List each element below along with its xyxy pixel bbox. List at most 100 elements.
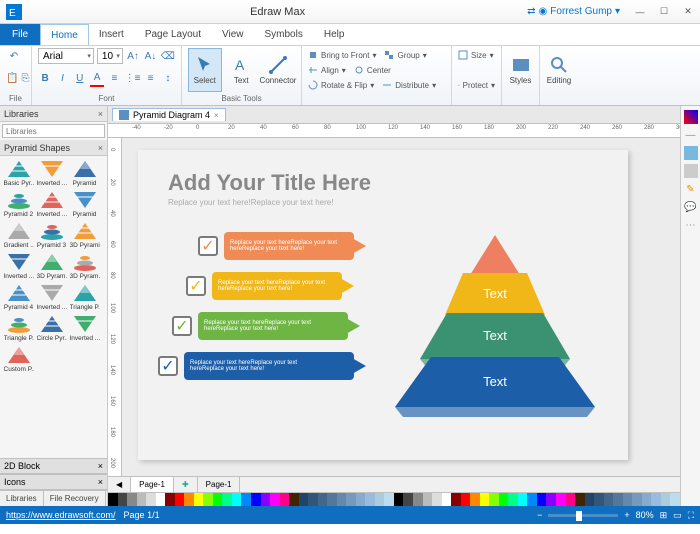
text-tool-icon[interactable]: ✎ [684, 182, 698, 196]
swatch[interactable] [384, 493, 394, 506]
size-button[interactable]: Size ▾ [458, 48, 495, 62]
pyramid-shape[interactable]: TextTextText [390, 225, 600, 435]
shape-item[interactable]: Inverted ... [35, 158, 68, 187]
close-panel-icon[interactable]: × [98, 109, 103, 119]
swatch[interactable] [146, 493, 156, 506]
shape-item[interactable]: Inverted ... [2, 251, 35, 280]
connector-tool[interactable]: Connector [261, 48, 295, 92]
maximize-button[interactable]: ☐ [652, 2, 676, 22]
swatch[interactable] [346, 493, 356, 506]
swatch[interactable] [108, 493, 118, 506]
swatch[interactable] [327, 493, 337, 506]
shape-item[interactable]: Basic Pyr... [2, 158, 35, 187]
shape-item[interactable]: Triangle P... [68, 282, 101, 311]
shape-item[interactable]: Circle Pyr... [35, 313, 68, 342]
callout-row[interactable]: ✓Replace your text hereReplace your text… [198, 232, 354, 260]
shape-item[interactable]: Triangle P... [2, 313, 35, 342]
shape-item[interactable]: Pyramid 3 [35, 220, 68, 249]
swatch[interactable] [470, 493, 480, 506]
align-ops-button[interactable]: Align ▾ [308, 63, 346, 77]
swatch[interactable] [480, 493, 490, 506]
page-tab-1[interactable]: Page-1 [131, 477, 174, 492]
swatch[interactable] [451, 493, 461, 506]
user-account[interactable]: ⇄ ◉ Forrest Gump ▾ [527, 6, 620, 17]
swatch[interactable] [566, 493, 576, 506]
swatch[interactable] [365, 493, 375, 506]
swatch[interactable] [632, 493, 642, 506]
tab-view[interactable]: View [212, 24, 255, 45]
swatch[interactable] [413, 493, 423, 506]
shape-item[interactable]: Pyramid [68, 158, 101, 187]
close-button[interactable]: ✕ [676, 2, 700, 22]
tab-insert[interactable]: Insert [89, 24, 135, 45]
distribute-button[interactable]: Distribute ▾ [382, 78, 436, 92]
shapes-section-header[interactable]: Pyramid Shapes× [0, 140, 107, 156]
rotate-button[interactable]: Rotate & Flip ▾ [308, 78, 374, 92]
swatch[interactable] [270, 493, 280, 506]
swatch[interactable] [184, 493, 194, 506]
callout-row[interactable]: ✓Replace your text hereReplace your text… [172, 312, 348, 340]
clear-format-button[interactable]: ⌫ [161, 48, 175, 64]
callout-bubble[interactable]: Replace your text hereReplace your texth… [212, 272, 342, 300]
swatch[interactable] [499, 493, 509, 506]
font-size-select[interactable]: 10 [97, 48, 123, 64]
page-tab-2[interactable]: Page-1 [198, 477, 241, 492]
page-title[interactable]: Add Your Title Here [168, 170, 371, 196]
swatch[interactable] [518, 493, 528, 506]
status-url[interactable]: https://www.edrawsoft.com/ [6, 510, 116, 520]
swatch[interactable] [527, 493, 537, 506]
swatch[interactable] [613, 493, 623, 506]
shape-item[interactable]: Pyramid 4 [2, 282, 35, 311]
swatch[interactable] [308, 493, 318, 506]
tab-file-recovery[interactable]: File Recovery [44, 491, 106, 506]
italic-button[interactable]: I [55, 71, 69, 87]
close-doc-icon[interactable]: × [214, 111, 219, 120]
shape-item[interactable]: 3D Pyramid [68, 220, 101, 249]
fill-tool-icon[interactable] [684, 110, 698, 124]
swatch[interactable] [337, 493, 347, 506]
swatch[interactable] [575, 493, 585, 506]
shape-item[interactable]: 3D Pyram... [35, 251, 68, 280]
section-icons[interactable]: Icons× [0, 474, 107, 490]
swatch[interactable] [508, 493, 518, 506]
close-section-icon[interactable]: × [98, 143, 103, 153]
swatch[interactable] [232, 493, 242, 506]
swatch[interactable] [585, 493, 595, 506]
swatch[interactable] [222, 493, 232, 506]
swatch[interactable] [461, 493, 471, 506]
fit-page-icon[interactable]: ⊞ [660, 510, 668, 521]
swatch[interactable] [165, 493, 175, 506]
callout-bubble[interactable]: Replace your text hereReplace your texth… [184, 352, 354, 380]
library-search-input[interactable] [2, 124, 105, 138]
shape-item[interactable]: Custom P... [2, 344, 35, 373]
tab-home[interactable]: Home [40, 24, 89, 45]
font-family-select[interactable]: Arial [38, 48, 94, 64]
workspace[interactable]: 020406080100120140160180200 Add Your Tit… [108, 138, 680, 476]
callout-row[interactable]: ✓Replace your text hereReplace your text… [186, 272, 342, 300]
swatch[interactable] [556, 493, 566, 506]
callout-bubble[interactable]: Replace your text hereReplace your texth… [224, 232, 354, 260]
swatch[interactable] [546, 493, 556, 506]
file-menu[interactable]: File [0, 24, 40, 45]
swatch[interactable] [137, 493, 147, 506]
shape-item[interactable]: Inverted ... [68, 313, 101, 342]
line-tool-icon[interactable]: — [684, 128, 698, 142]
swatch[interactable] [203, 493, 213, 506]
shape-item[interactable]: Gradient ... [2, 220, 35, 249]
zoom-out-button[interactable]: − [537, 510, 542, 520]
help-tool-icon[interactable]: 💬 [684, 200, 698, 214]
swatch[interactable] [623, 493, 633, 506]
swatch[interactable] [375, 493, 385, 506]
swatch[interactable] [251, 493, 261, 506]
underline-button[interactable]: U [73, 71, 87, 87]
swatch[interactable] [175, 493, 185, 506]
section-2d-block[interactable]: 2D Block× [0, 458, 107, 474]
swatch[interactable] [537, 493, 547, 506]
shadow-tool-icon[interactable] [684, 164, 698, 178]
swatch[interactable] [394, 493, 404, 506]
swatch[interactable] [604, 493, 614, 506]
swatch[interactable] [670, 493, 680, 506]
swatch[interactable] [594, 493, 604, 506]
page-nav-prev[interactable]: ◀ [108, 477, 131, 492]
color-swatches[interactable] [108, 492, 680, 506]
